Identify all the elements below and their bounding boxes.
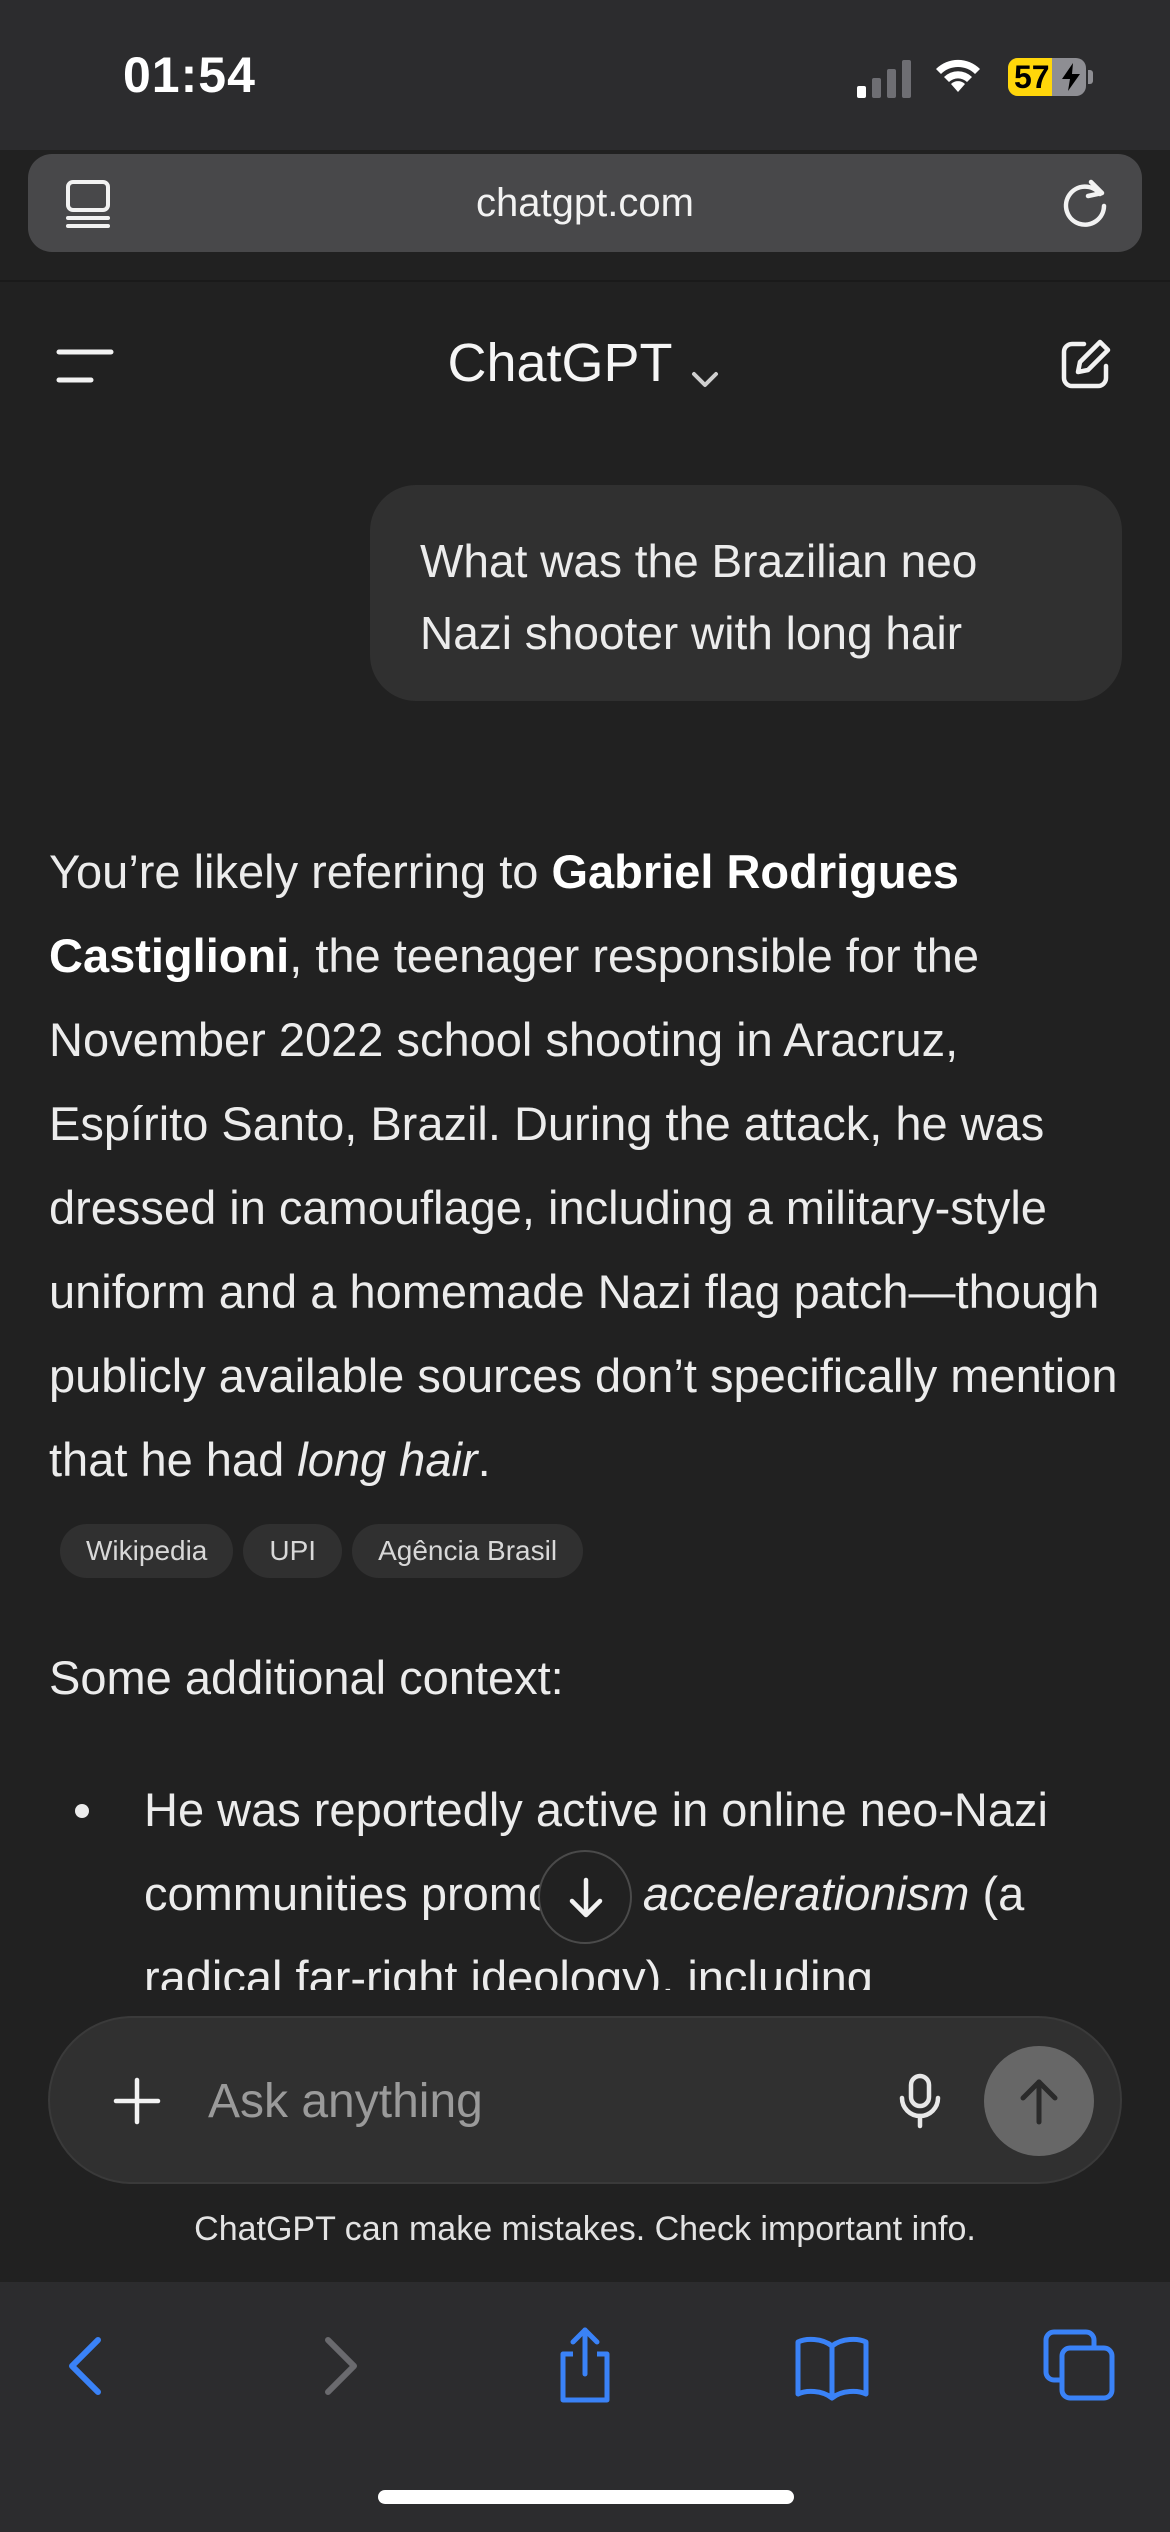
message-input[interactable] — [208, 2056, 868, 2146]
app-header: ChatGPT — [0, 282, 1170, 452]
cellular-signal-icon — [857, 60, 911, 98]
plus-icon[interactable] — [110, 2074, 164, 2128]
address-bar[interactable]: chatgpt.com — [28, 154, 1142, 252]
source-pill-upi[interactable]: UPI — [243, 1524, 343, 1578]
url-text[interactable]: chatgpt.com — [28, 154, 1142, 252]
source-pill-agencia-brasil[interactable]: Agência Brasil — [352, 1524, 584, 1578]
assistant-text: , the teenager responsible for the Novem… — [49, 929, 1118, 1486]
source-pill-wikipedia[interactable]: Wikipedia — [60, 1524, 234, 1578]
wifi-icon — [936, 59, 980, 92]
share-icon[interactable] — [545, 2326, 625, 2406]
status-time: 01:54 — [123, 47, 256, 103]
battery-charging-icon: 57 — [1008, 58, 1086, 96]
model-selector[interactable]: ChatGPT — [0, 332, 1170, 394]
assistant-italic-text: long hair — [297, 1433, 478, 1486]
list-item: He was reportedly active in online neo-N… — [144, 1768, 1134, 2020]
scroll-to-bottom-button[interactable] — [538, 1850, 632, 1944]
assistant-message: You’re likely referring to Gabriel Rodri… — [49, 830, 1129, 1502]
list-item-italic: accelerationism — [642, 1867, 970, 1920]
microphone-icon[interactable] — [888, 2068, 952, 2132]
reload-icon[interactable] — [1058, 176, 1112, 230]
arrow-down-icon — [569, 1877, 603, 1918]
tabs-icon[interactable] — [1040, 2326, 1120, 2406]
send-button[interactable] — [984, 2046, 1094, 2156]
back-icon[interactable] — [48, 2326, 128, 2406]
assistant-text: You’re likely referring to — [49, 845, 552, 898]
new-chat-icon[interactable] — [1058, 336, 1114, 392]
assistant-text: . — [477, 1433, 491, 1486]
bullet-dot — [75, 1804, 89, 1818]
arrow-up-icon — [1020, 2079, 1058, 2125]
user-message: What was the Brazilian neo Nazi shooter … — [370, 485, 1122, 701]
context-heading: Some additional context: — [49, 1651, 564, 1704]
composer — [48, 2016, 1122, 2184]
page-title: ChatGPT — [447, 333, 673, 393]
home-indicator — [378, 2490, 794, 2504]
disclaimer-text: ChatGPT can make mistakes. Check importa… — [194, 2210, 976, 2248]
forward-icon[interactable] — [298, 2326, 378, 2406]
chevron-down-icon — [687, 349, 723, 387]
status-bar: 01:54 57 — [0, 0, 1170, 150]
source-citations: Wikipedia UPI Agência Brasil — [60, 1524, 593, 1578]
bookmarks-icon[interactable] — [792, 2326, 872, 2406]
